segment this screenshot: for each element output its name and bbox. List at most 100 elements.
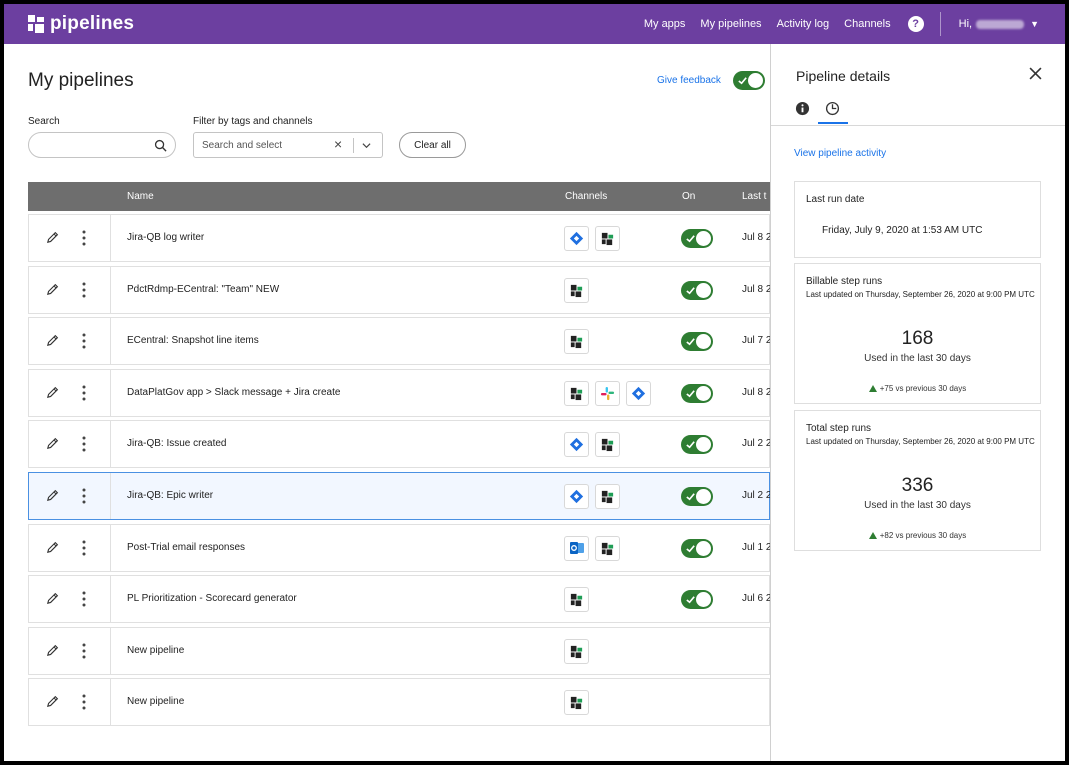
pencil-icon[interactable] bbox=[45, 643, 60, 658]
more-vertical-icon[interactable] bbox=[82, 282, 86, 298]
brand-logo[interactable]: pipelines bbox=[28, 13, 134, 35]
more-vertical-icon[interactable] bbox=[82, 643, 86, 659]
pipeline-name[interactable]: New pipeline bbox=[127, 696, 184, 707]
channel-icons: jira-iconconnector-icon bbox=[564, 226, 626, 251]
view-pipeline-activity-link[interactable]: View pipeline activity bbox=[794, 148, 886, 159]
jira-icon: jira-icon bbox=[564, 432, 589, 458]
table-row[interactable]: Jira-QB: Issue created jira-iconconnecto… bbox=[28, 420, 772, 469]
more-vertical-icon[interactable] bbox=[82, 436, 86, 452]
check-icon bbox=[686, 235, 695, 243]
pencil-icon[interactable] bbox=[45, 282, 60, 297]
pipeline-name[interactable]: Jira-QB: Epic writer bbox=[127, 490, 213, 501]
pipeline-name[interactable]: DataPlatGov app > Slack message + Jira c… bbox=[127, 387, 340, 398]
pencil-icon[interactable] bbox=[45, 385, 60, 400]
column-name[interactable]: Name bbox=[127, 191, 154, 202]
nav-channels[interactable]: Channels bbox=[844, 18, 890, 30]
filter-select: × bbox=[193, 132, 383, 158]
column-channels[interactable]: Channels bbox=[565, 191, 607, 202]
give-feedback-link[interactable]: Give feedback bbox=[657, 75, 721, 86]
table-row[interactable]: ECentral: Snapshot line items connector-… bbox=[28, 317, 771, 366]
feedback-toggle[interactable] bbox=[733, 71, 765, 90]
more-vertical-icon[interactable] bbox=[82, 540, 86, 556]
pipeline-on-toggle[interactable] bbox=[681, 590, 713, 610]
channel-icons: connector-icon bbox=[564, 638, 595, 664]
more-vertical-icon[interactable] bbox=[82, 488, 86, 504]
row-actions bbox=[29, 472, 111, 519]
pencil-icon[interactable] bbox=[45, 333, 60, 348]
pencil-icon[interactable] bbox=[45, 488, 60, 503]
app-window: pipelines My apps My pipelines Activity … bbox=[0, 0, 1069, 765]
table-row[interactable]: DataPlatGov app > Slack message + Jira c… bbox=[28, 368, 771, 417]
pipeline-on-toggle[interactable] bbox=[681, 332, 713, 352]
pencil-icon[interactable] bbox=[45, 436, 60, 451]
pipeline-on-toggle[interactable] bbox=[681, 486, 713, 506]
pipeline-name[interactable]: New pipeline bbox=[127, 645, 184, 656]
column-on[interactable]: On bbox=[682, 191, 695, 202]
filter-label: Filter by tags and channels bbox=[193, 116, 313, 127]
pencil-icon[interactable] bbox=[45, 591, 60, 606]
channel-icons: connector-iconslack-iconjira-icon bbox=[564, 380, 657, 406]
last-run-date: Jul 2 2 bbox=[742, 438, 772, 450]
nav-activity-log[interactable]: Activity log bbox=[777, 18, 830, 30]
brand-name: pipelines bbox=[50, 13, 135, 34]
filter-input[interactable] bbox=[202, 138, 327, 153]
usage-period: Used in the last 30 days bbox=[864, 353, 971, 364]
table-row[interactable]: Jira-QB: Epic writer jira-iconconnector-… bbox=[28, 471, 771, 520]
connector-icon: connector-icon bbox=[564, 277, 589, 303]
pipeline-name[interactable]: Jira-QB: Issue created bbox=[127, 438, 226, 449]
pencil-icon[interactable] bbox=[45, 540, 60, 555]
user-menu[interactable]: Hi, ▼ bbox=[959, 18, 1039, 30]
check-icon bbox=[686, 286, 695, 295]
channel-icons: connector-icon bbox=[564, 690, 595, 716]
row-actions bbox=[29, 524, 111, 571]
check-icon bbox=[686, 441, 695, 449]
pipeline-on-toggle[interactable] bbox=[681, 229, 713, 248]
close-icon[interactable]: × bbox=[334, 136, 342, 152]
more-vertical-icon[interactable] bbox=[82, 230, 86, 246]
more-vertical-icon[interactable] bbox=[82, 694, 86, 710]
pipeline-on-toggle[interactable] bbox=[681, 538, 713, 558]
pipeline-name[interactable]: Post-Trial email responses bbox=[127, 542, 245, 553]
row-actions bbox=[29, 421, 111, 468]
table-row[interactable]: New pipeline connector-icon bbox=[28, 678, 770, 727]
active-tab-indicator bbox=[818, 122, 848, 124]
pipeline-name[interactable]: PdctRdmp-ECentral: "Team" NEW bbox=[127, 284, 279, 295]
delta-text: +82 vs previous 30 days bbox=[879, 531, 967, 540]
table-row[interactable]: PL Prioritization - Scorecard generator … bbox=[28, 575, 771, 624]
clear-all-button[interactable]: Clear all bbox=[399, 132, 466, 158]
chevron-down-icon[interactable] bbox=[362, 141, 371, 150]
pencil-icon[interactable] bbox=[45, 694, 60, 709]
billable-step-runs-card: Billable step runs Last updated on Thurs… bbox=[794, 263, 1041, 404]
more-vertical-icon[interactable] bbox=[82, 385, 86, 401]
pipeline-name[interactable]: Jira-QB log writer bbox=[127, 232, 204, 243]
pencil-icon[interactable] bbox=[45, 230, 60, 245]
pipeline-on-toggle[interactable] bbox=[681, 435, 713, 455]
search-icon[interactable] bbox=[154, 139, 167, 152]
help-icon[interactable]: ? bbox=[907, 16, 924, 32]
info-icon[interactable] bbox=[795, 101, 810, 116]
pipeline-name[interactable]: PL Prioritization - Scorecard generator bbox=[127, 593, 297, 604]
more-vertical-icon[interactable] bbox=[82, 333, 86, 349]
close-icon[interactable] bbox=[1029, 67, 1042, 80]
pipeline-on-toggle[interactable] bbox=[681, 383, 713, 403]
chevron-down-icon: ▼ bbox=[1030, 19, 1039, 29]
pipeline-name[interactable]: ECentral: Snapshot line items bbox=[127, 335, 259, 346]
more-vertical-icon[interactable] bbox=[82, 591, 86, 607]
history-icon[interactable] bbox=[825, 101, 840, 116]
top-nav: My apps My pipelines Activity log Channe… bbox=[644, 4, 1065, 44]
pipeline-on-toggle[interactable] bbox=[681, 280, 713, 300]
outlook-icon: outlook-icon bbox=[564, 535, 589, 561]
last-updated-text: Last updated on Thursday, September 26, … bbox=[806, 437, 1035, 446]
table-row[interactable]: New pipeline connector-icon bbox=[28, 626, 770, 675]
jira-icon: jira-icon bbox=[564, 226, 589, 251]
row-actions bbox=[29, 679, 111, 726]
table-row[interactable]: Post-Trial email responses outlook-iconc… bbox=[28, 523, 771, 572]
connector-icon: connector-icon bbox=[564, 690, 589, 716]
jira-icon: jira-icon bbox=[564, 483, 589, 509]
search-input[interactable] bbox=[39, 137, 149, 153]
nav-my-pipelines[interactable]: My pipelines bbox=[700, 18, 761, 30]
nav-my-apps[interactable]: My apps bbox=[644, 18, 686, 30]
column-last-run[interactable]: Last t bbox=[742, 191, 766, 202]
table-row[interactable]: Jira-QB log writer jira-iconconnector-ic… bbox=[28, 214, 771, 262]
table-row[interactable]: PdctRdmp-ECentral: "Team" NEW connector-… bbox=[28, 265, 771, 314]
